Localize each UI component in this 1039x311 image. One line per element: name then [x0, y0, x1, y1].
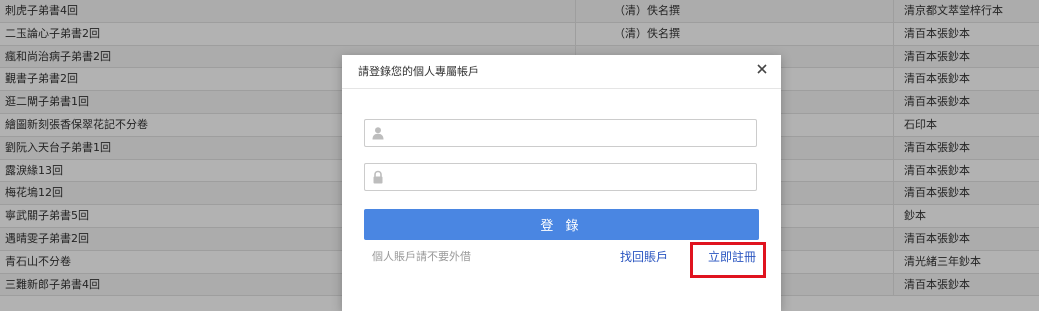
password-field[interactable]	[364, 163, 757, 191]
user-icon	[371, 126, 385, 140]
username-field[interactable]	[364, 119, 757, 147]
password-input[interactable]	[391, 166, 751, 188]
username-input[interactable]	[391, 122, 751, 144]
login-button[interactable]: 登 錄	[364, 209, 759, 240]
close-icon[interactable]	[755, 62, 769, 76]
account-note: 個人賬戶請不要外借	[372, 250, 471, 263]
register-highlight	[690, 242, 766, 278]
modal-header: 請登錄您的個人專屬帳戶	[342, 55, 781, 89]
forgot-account-link[interactable]: 找回賬戶	[620, 249, 668, 265]
lock-icon	[371, 170, 385, 184]
login-modal: 請登錄您的個人專屬帳戶 登 錄 個人賬戶請不要外借 找回賬戶 立即註冊	[342, 55, 781, 311]
modal-title: 請登錄您的個人專屬帳戶	[358, 65, 479, 78]
